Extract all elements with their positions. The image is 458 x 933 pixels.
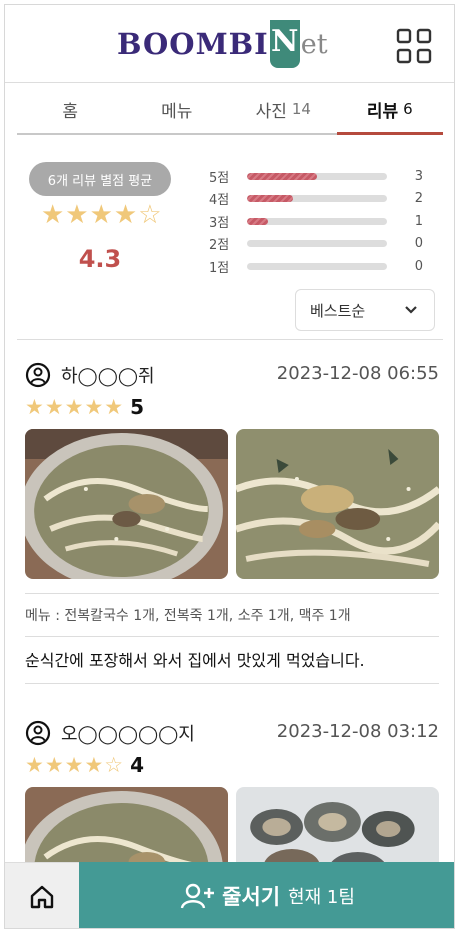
tab-menu[interactable]: 메뉴 [124, 85, 231, 133]
distribution-label: 4점 [209, 193, 230, 209]
review-photos [25, 429, 439, 579]
section-divider [17, 339, 443, 340]
review-text: 순식간에 포장해서 와서 집에서 맛있게 먹었습니다. [25, 651, 365, 670]
logo-n-mark: N [269, 20, 300, 68]
add-user-icon [180, 883, 215, 909]
review-user-row: 오◯◯◯◯◯지 2023-12-08 03:12 [25, 719, 439, 747]
distribution-bar [247, 240, 387, 248]
average-stars: ★★★★☆ [41, 200, 163, 230]
app-frame: BOOMBI Net 홈 메뉴 사진 14 리뷰 6 6개 리뷰 별점 평균 ★★★★… [4, 4, 455, 929]
tab-bar: 홈 메뉴 사진 14 리뷰 6 [17, 85, 443, 135]
review-date: 2023-12-08 03:12 [276, 721, 439, 742]
food-photo-image [25, 429, 228, 579]
review-date: 2023-12-08 06:55 [276, 363, 439, 384]
review-stars: ★★★★★ [25, 395, 125, 419]
review-rating: ★★★★★ 5 [25, 395, 144, 419]
logo-text: BOOMBI [117, 27, 269, 61]
tab-home[interactable]: 홈 [17, 85, 124, 133]
home-button[interactable] [5, 862, 79, 928]
review-stars: ★★★★☆ [25, 753, 125, 777]
distribution-count: 0 [414, 258, 423, 274]
review-score: 4 [130, 753, 145, 777]
tab-reviews[interactable]: 리뷰 6 [336, 85, 444, 135]
review-photo[interactable] [236, 429, 439, 579]
tab-label: 리뷰 [366, 101, 399, 122]
distribution-row: 2점 0 [203, 233, 423, 256]
distribution-row: 3점 1 [203, 210, 423, 233]
user-icon [25, 720, 51, 746]
sort-label: 베스트순 [310, 301, 366, 320]
review-rating: ★★★★☆ 4 [25, 753, 144, 777]
distribution-bar [247, 262, 387, 270]
distribution-label: 3점 [209, 215, 230, 231]
grid-icon[interactable] [395, 27, 433, 65]
review-user-row: 하◯◯◯쥐 2023-12-08 06:55 [25, 361, 439, 389]
rating-average-badge: 6개 리뷰 별점 평균 [29, 162, 171, 196]
user-icon [25, 362, 51, 388]
distribution-row: 5점 3 [203, 165, 423, 188]
queue-label: 줄서기 [222, 885, 281, 909]
tab-count: 6 [403, 100, 413, 118]
rating-distribution: 5점 3 4점 2 3점 1 2점 0 1점 0 [203, 165, 423, 278]
review-score: 5 [130, 395, 145, 419]
queue-button[interactable]: 줄서기 현재 1팀 [79, 862, 454, 928]
review-menu: 메뉴 : 전복칼국수 1개, 전복죽 1개, 소주 1개, 맥주 1개 [25, 593, 439, 637]
distribution-fill [247, 195, 294, 203]
review-username: 오◯◯◯◯◯지 [61, 724, 195, 745]
logo[interactable]: BOOMBI Net [117, 20, 328, 68]
tab-photos[interactable]: 사진 14 [230, 85, 337, 133]
distribution-label: 5점 [209, 170, 230, 186]
average-rating: 4.3 [78, 245, 122, 273]
distribution-fill [247, 172, 317, 180]
distribution-bar [247, 172, 387, 180]
sort-dropdown[interactable]: 베스트순 [295, 289, 435, 331]
chevron-down-icon [405, 306, 417, 314]
distribution-bar [247, 195, 387, 203]
tab-label: 홈 [62, 101, 79, 122]
distribution-label: 1점 [209, 260, 230, 276]
distribution-row: 1점 0 [203, 255, 423, 278]
review-divider [25, 683, 439, 684]
distribution-count: 0 [414, 236, 423, 252]
tab-count: 14 [291, 100, 311, 118]
logo-tail: et [300, 28, 328, 60]
bottom-action-bar: 줄서기 현재 1팀 [5, 862, 454, 928]
food-photo-image [236, 429, 439, 579]
distribution-count: 2 [414, 191, 423, 207]
distribution-fill [247, 217, 268, 225]
distribution-label: 2점 [209, 238, 230, 254]
distribution-bar [247, 217, 387, 225]
distribution-count: 3 [414, 168, 423, 184]
distribution-count: 1 [414, 213, 423, 229]
home-icon [30, 885, 54, 908]
header: BOOMBI Net [5, 5, 454, 83]
tab-label: 사진 [255, 101, 287, 122]
distribution-row: 4점 2 [203, 188, 423, 211]
review-photo[interactable] [25, 429, 228, 579]
tab-label: 메뉴 [161, 101, 193, 122]
queue-status: 현재 1팀 [288, 887, 355, 908]
review-username: 하◯◯◯쥐 [61, 366, 155, 387]
